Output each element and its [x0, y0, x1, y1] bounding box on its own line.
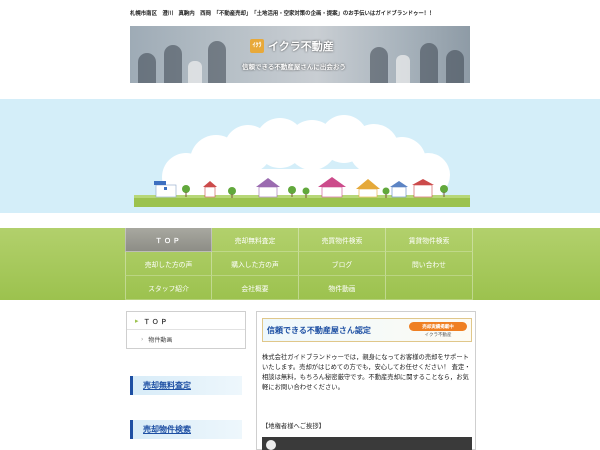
- sidebar-item-label: 物件動画: [148, 336, 173, 344]
- nav-item-top[interactable]: ＴＯＰ: [125, 228, 212, 252]
- cert-title: 信頼できる不動産屋さん認定: [267, 325, 371, 335]
- global-nav: ＴＯＰ 売却無料査定 売買物件検索 賃貸物件検索 売却した方の声 購入した方の声…: [0, 228, 600, 300]
- banner-photo-person: [188, 61, 202, 83]
- sidebar-item-label: ＴＯＰ: [143, 317, 170, 326]
- page-divider: [0, 213, 600, 228]
- sidebar-banner-label: 売却物件検索: [143, 425, 191, 434]
- chevron-right-icon: ›: [141, 335, 144, 343]
- site-logo: ｲｸﾗ イクラ不動産: [250, 38, 334, 54]
- nav-item-buyer-voices[interactable]: 購入した方の声: [212, 252, 299, 276]
- banner-photo-person: [370, 47, 388, 83]
- cert-badge: 売却実績掲載中 イクラ不動産: [409, 322, 467, 339]
- nav-item-staff[interactable]: スタッフ紹介: [125, 276, 212, 300]
- cert-badge-pill: 売却実績掲載中: [409, 322, 467, 331]
- sidebar-menu: ▸ ＴＯＰ › 物件動画: [126, 311, 246, 349]
- sidebar-item-top[interactable]: ▸ ＴＯＰ: [127, 312, 245, 330]
- greeting-heading: 【地権者様へご挨拶】: [262, 423, 325, 430]
- header-banner[interactable]: ｲｸﾗ イクラ不動産 信頼できる不動産屋さんに出会おう: [130, 26, 470, 83]
- nav-item-seller-voices[interactable]: 売却した方の声: [125, 252, 212, 276]
- banner-photo-person: [164, 45, 182, 83]
- video-player[interactable]: [262, 437, 472, 450]
- banner-photo-person: [396, 55, 410, 83]
- nav-item-rental-search[interactable]: 賃貸物件検索: [386, 228, 473, 252]
- nav-item-sale-search[interactable]: 売買物件検索: [299, 228, 386, 252]
- intro-text: 株式会社ガイドブランドゥーでは，親身になってお客様の売却をサポートいたします。売…: [262, 354, 471, 391]
- nav-item-blog[interactable]: ブログ: [299, 252, 386, 276]
- sidebar-banner-sell-appraisal[interactable]: 売却無料査定: [130, 376, 242, 395]
- town-illustration: [0, 99, 600, 213]
- main-content: 信頼できる不動産屋さん認定 売却実績掲載中 イクラ不動産 株式会社ガイドブランド…: [256, 311, 476, 450]
- certification-banner[interactable]: 信頼できる不動産屋さん認定 売却実績掲載中 イクラ不動産: [262, 318, 472, 342]
- sidebar: ▸ ＴＯＰ › 物件動画 売却無料査定 売却物件検索: [126, 311, 246, 450]
- play-icon[interactable]: [266, 440, 276, 450]
- nav-item-company[interactable]: 会社概要: [212, 276, 299, 300]
- nav-item-property-video[interactable]: 物件動画: [299, 276, 386, 300]
- chevron-right-icon: ▸: [135, 316, 139, 325]
- sidebar-banner-property-search[interactable]: 売却物件検索: [130, 420, 242, 439]
- nav-item-empty: [386, 276, 473, 300]
- banner-photo-person: [446, 50, 464, 83]
- logo-mark-icon: ｲｸﾗ: [250, 39, 264, 53]
- sidebar-banner-label: 売却無料査定: [143, 381, 191, 390]
- banner-photo-person: [420, 43, 438, 83]
- town-scene-graphic: [134, 115, 470, 207]
- logo-text: イクラ不動産: [268, 40, 334, 53]
- banner-slogan: 信頼できる不動産屋さんに出会おう: [242, 63, 346, 71]
- banner-photo-person: [208, 41, 226, 83]
- nav-item-sell-appraisal[interactable]: 売却無料査定: [212, 228, 299, 252]
- sidebar-item-property-video[interactable]: › 物件動画: [127, 330, 245, 348]
- cert-badge-brand: イクラ不動産: [424, 333, 452, 338]
- site-tagline: 札幌市南区 澄川 真駒内 西岡 「不動産売却」 「土地活用・空家対策の企画・提案…: [130, 11, 435, 17]
- nav-item-contact[interactable]: 問い合わせ: [386, 252, 473, 276]
- banner-photo-person: [138, 53, 156, 83]
